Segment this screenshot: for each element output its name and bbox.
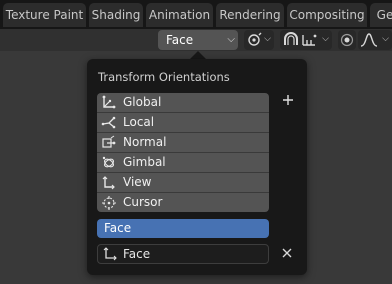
snap-increment-icon [302,34,317,46]
orientation-item-cursor[interactable]: Cursor [97,193,269,212]
tab-geometry-nodes[interactable]: Ge [370,3,392,27]
orientation-item-local[interactable]: Local [97,113,269,133]
proportional-edit-icon [340,33,354,47]
workspace-tab-bar: Texture Paint Shading Animation Renderin… [0,0,392,29]
tab-shading[interactable]: Shading [89,3,143,27]
viewport-header: Face ⌵ ⌵ ⌵ ⌵ [0,29,392,51]
magnet-icon [284,32,298,45]
custom-orientation-label: Face [104,221,132,235]
orientation-list: Global Local Normal Gimbal View Cursor [97,93,269,212]
tab-texture-paint[interactable]: Texture Paint [3,3,86,27]
chevron-down-icon: ⌵ [264,34,271,44]
custom-orientation-face[interactable]: Face [97,219,269,238]
tab-rendering[interactable]: Rendering [216,3,284,27]
orientation-normal-icon [102,135,116,148]
popover-arrow [190,51,206,59]
chevron-down-icon: ⌵ [227,34,235,45]
tab-compositing[interactable]: Compositing [287,3,367,27]
chevron-down-icon: ⌵ [322,34,329,44]
popover-title: Transform Orientations [98,70,230,84]
pivot-point-icon [248,32,262,46]
close-icon [282,248,292,258]
viewport: Texture Paint Shading Animation Renderin… [0,0,392,284]
orientation-item-normal[interactable]: Normal [97,133,269,153]
orientation-name-value: Face [123,247,151,261]
delete-orientation-button[interactable] [280,247,294,261]
chevron-down-icon: ⌵ [382,34,389,44]
orientation-item-global[interactable]: Global [97,93,269,113]
transform-orientation-dropdown[interactable]: Face ⌵ [158,30,238,50]
orientation-local-icon [101,116,116,129]
snapping-group[interactable]: ⌵ [280,30,332,50]
plus-icon [283,95,293,105]
pivot-point-dropdown[interactable]: ⌵ [244,30,274,50]
orientation-name-field[interactable]: Face [97,244,269,264]
orientation-cursor-icon [102,196,116,210]
add-orientation-button[interactable] [281,94,295,108]
proportional-editing-toggle[interactable] [338,30,356,50]
falloff-curve-icon [360,33,378,47]
orientation-axes-icon [103,247,117,261]
tab-animation[interactable]: Animation [146,3,213,27]
orientation-gimbal-icon [102,156,114,168]
orientation-global-icon [102,95,116,109]
orientation-item-gimbal[interactable]: Gimbal [97,153,269,173]
transform-orientation-value: Face [166,33,194,47]
falloff-dropdown[interactable]: ⌵ [358,30,392,50]
orientation-view-icon [102,176,115,190]
orientation-item-view[interactable]: View [97,173,269,193]
